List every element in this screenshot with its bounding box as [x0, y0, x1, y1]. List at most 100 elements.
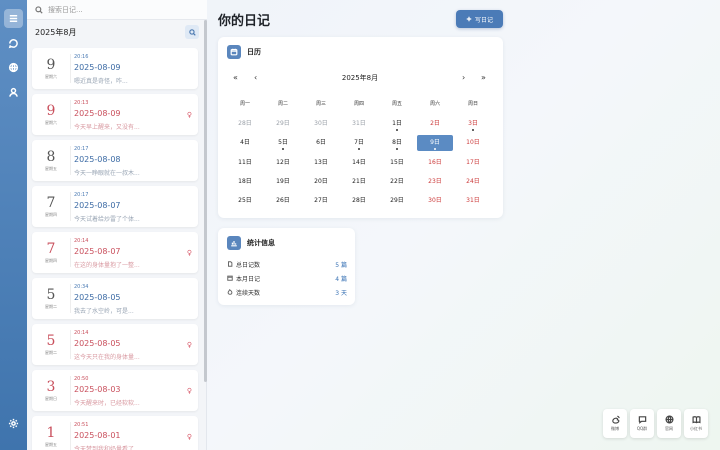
calendar-day[interactable]: 17日	[455, 155, 491, 171]
calendar-day[interactable]: 6日	[303, 135, 339, 151]
entry-time: 20:14	[74, 238, 89, 244]
calendar-day[interactable]: 2日	[417, 116, 453, 132]
diary-entry[interactable]: 5 星期二 20:14 2025-08-05 这今天只在我的身体量... ♀	[32, 324, 198, 365]
calendar-day[interactable]: 8日	[379, 135, 415, 151]
calendar-day[interactable]: 29日	[265, 116, 301, 132]
calendar-day[interactable]: 18日	[227, 174, 263, 190]
entry-date: 2025-08-05	[74, 293, 121, 302]
stat-month: 本月日记 4 篇	[227, 273, 347, 283]
user-icon	[9, 87, 18, 97]
settings-button[interactable]	[4, 414, 23, 433]
calendar-day-label: 26日	[276, 197, 290, 205]
calendar-day-label: 27日	[314, 197, 328, 205]
calendar-day[interactable]: 31日	[341, 116, 377, 132]
prev-year-button[interactable]: «	[233, 73, 238, 82]
weekday-header: 周三	[315, 101, 326, 107]
qq-group-button[interactable]: QQ群	[630, 409, 654, 438]
entry-weekday: 星期五	[45, 442, 57, 447]
calendar-day[interactable]: 28日	[227, 116, 263, 132]
diary-entry[interactable]: 1 星期五 20:51 2025-08-01 今天梦到我和奶量看了... ♀	[32, 416, 198, 450]
female-icon: ♀	[186, 341, 192, 349]
diary-entry[interactable]: 7 星期四 20:17 2025-08-07 今天试着给炒雷了个体...	[32, 186, 198, 227]
entry-dot	[282, 148, 284, 151]
female-icon: ♀	[186, 433, 192, 441]
sidebar-rail	[0, 0, 27, 450]
diary-entry[interactable]: 9 星期六 20:13 2025-08-09 今天早上醒来，又没有... ♀	[32, 94, 198, 135]
diary-entry[interactable]: 3 星期日 20:50 2025-08-03 今天醒来时，已经软软... ♀	[32, 370, 198, 411]
calendar-day[interactable]: 21日	[341, 174, 377, 190]
entry-time: 20:17	[74, 146, 89, 152]
nav-globe-button[interactable]	[4, 58, 23, 77]
search-input[interactable]	[48, 5, 188, 14]
calendar-day[interactable]: 20日	[303, 174, 339, 190]
entry-day: 8	[46, 149, 56, 165]
nav-chat-button[interactable]	[4, 34, 23, 53]
entry-day: 7	[46, 241, 56, 257]
calendar-day-label: 17日	[466, 158, 480, 166]
calendar-day-label: 31日	[466, 197, 480, 205]
next-year-button[interactable]: »	[481, 73, 486, 82]
calendar-day[interactable]: 31日	[455, 193, 491, 209]
calendar-day[interactable]: 11日	[227, 155, 263, 171]
calendar-day[interactable]: 15日	[379, 155, 415, 171]
entry-day: 1	[46, 425, 56, 441]
next-month-button[interactable]: ›	[462, 73, 465, 82]
xiaohongshu-label: 小红书	[690, 426, 702, 431]
calendar-day[interactable]: 26日	[265, 193, 301, 209]
entry-time: 20:51	[74, 422, 89, 428]
chart-icon-box	[227, 236, 241, 250]
female-icon: ♀	[186, 387, 192, 395]
month-search-button[interactable]	[185, 25, 199, 39]
xiaohongshu-button[interactable]: 小红书	[684, 409, 708, 438]
entry-date: 2025-08-09	[74, 109, 121, 118]
calendar-day[interactable]: 30日	[303, 116, 339, 132]
calendar-day[interactable]: 23日	[417, 174, 453, 190]
diary-entry[interactable]: 7 星期四 20:14 2025-08-07 在这的身体量抱了一整... ♀	[32, 232, 198, 273]
calendar-day[interactable]: 10日	[455, 135, 491, 151]
calendar-day-label: 19日	[276, 177, 290, 185]
calendar-day[interactable]: 5日	[265, 135, 301, 151]
calendar-day[interactable]: 30日	[417, 193, 453, 209]
entry-preview: 今天试着给炒雷了个体...	[74, 216, 140, 223]
calendar-day[interactable]: 28日	[341, 193, 377, 209]
calendar-day[interactable]: 19日	[265, 174, 301, 190]
calendar-day[interactable]: 29日	[379, 193, 415, 209]
calendar-day-label: 1日	[392, 120, 402, 127]
prev-month-button[interactable]: ‹	[254, 73, 257, 82]
calendar-day[interactable]: 4日	[227, 135, 263, 151]
calendar-day[interactable]: 16日	[417, 155, 453, 171]
diary-entry[interactable]: 9 星期六 20:16 2025-08-09 嗯近真是奇怪，咋...	[32, 48, 198, 89]
menu-button[interactable]	[4, 9, 23, 28]
entry-dot	[472, 129, 474, 131]
calendar-day[interactable]: 25日	[227, 193, 263, 209]
calendar-day[interactable]: 1日	[379, 116, 415, 132]
calendar-day[interactable]: 14日	[341, 155, 377, 171]
calendar-day[interactable]: 24日	[455, 174, 491, 190]
calendar-title: 日历	[247, 48, 261, 56]
official-site-label: 官网	[665, 426, 673, 431]
weibo-icon	[611, 415, 620, 424]
weibo-button[interactable]: 微博	[603, 409, 627, 438]
calendar-day[interactable]: 3日	[455, 116, 491, 132]
write-diary-button[interactable]: 写日记	[456, 10, 503, 28]
list-scrollbar[interactable]	[204, 20, 207, 382]
entry-dot	[358, 148, 360, 151]
diary-entry[interactable]: 5 星期二 20:34 2025-08-05 我去了水空岭，可是...	[32, 278, 198, 319]
calendar-day-label: 3日	[468, 120, 478, 127]
stats-title: 统计信息	[247, 239, 275, 247]
calendar-day[interactable]: 13日	[303, 155, 339, 171]
calendar-day[interactable]: 9日	[417, 135, 453, 152]
calendar-day-label: 14日	[352, 158, 366, 166]
calendar-day[interactable]: 27日	[303, 193, 339, 209]
calendar-day[interactable]: 7日	[341, 135, 377, 151]
calendar-day[interactable]: 22日	[379, 174, 415, 190]
official-site-button[interactable]: 官网	[657, 409, 681, 438]
chat-icon	[8, 39, 18, 49]
search-bar	[27, 0, 207, 20]
calendar-day-label: 4日	[240, 139, 250, 147]
diary-entry[interactable]: 8 星期五 20:17 2025-08-08 今天一睁眼就在一叔木...	[32, 140, 198, 181]
nav-user-button[interactable]	[4, 83, 23, 102]
calendar-day-label: 13日	[314, 158, 328, 166]
entry-weekday: 星期二	[45, 304, 57, 309]
calendar-day[interactable]: 12日	[265, 155, 301, 171]
